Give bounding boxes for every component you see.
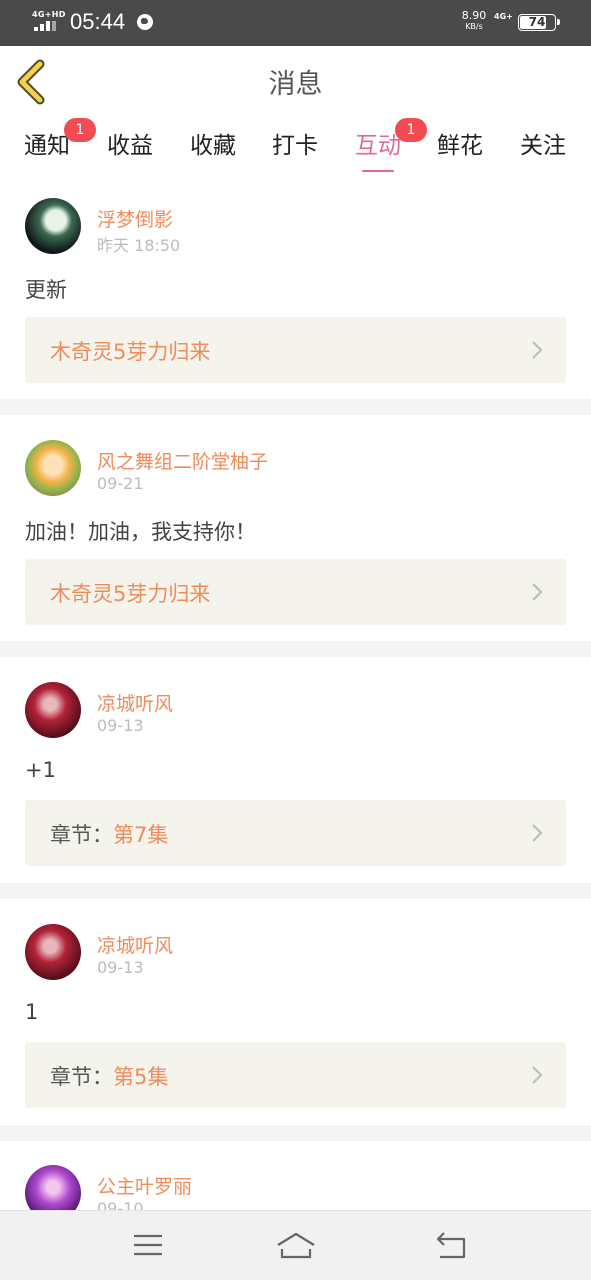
username[interactable]: 凉城听风 — [97, 689, 173, 716]
page-title: 消息 — [268, 69, 323, 100]
signal-icon: 4G+HD — [32, 10, 65, 32]
battery-icon: 74 — [518, 14, 560, 31]
message-content: +1 — [25, 758, 56, 782]
tab-label: 鲜花 — [437, 133, 483, 159]
message-card: 凉城听风 09-13 +1 章节：第7集 — [0, 657, 591, 883]
chevron-right-icon — [532, 1066, 543, 1084]
tab-label: 打卡 — [272, 133, 318, 159]
username[interactable]: 风之舞组二阶堂柚子 — [97, 447, 268, 474]
app-header: 消息 — [0, 46, 591, 118]
globe-icon — [137, 14, 153, 30]
chapter-link[interactable]: 章节：第7集 — [25, 800, 566, 866]
clock: 05:44 — [70, 9, 126, 34]
work-link[interactable]: 木奇灵5芽力归来 — [25, 317, 566, 383]
battery-level: 74 — [528, 15, 546, 29]
message-date: 09-13 — [97, 716, 144, 735]
network-type-right: 4G+ — [494, 12, 513, 21]
network-speed: 8.90 KB/s — [459, 10, 489, 32]
speed-unit: KB/s — [465, 22, 483, 31]
tab-following[interactable]: 关注 — [508, 126, 578, 172]
unread-badge: 1 — [64, 118, 96, 142]
username[interactable]: 公主叶罗丽 — [97, 1172, 192, 1199]
unread-badge: 1 — [395, 118, 427, 142]
message-content: 1 — [25, 1000, 39, 1024]
menu-button[interactable] — [128, 1227, 168, 1263]
username[interactable]: 浮梦倒影 — [97, 205, 173, 232]
tab-bar: 通知 1 收益 收藏 打卡 互动 1 鲜花 关注 — [0, 118, 591, 173]
message-card: 浮梦倒影 昨天 18:50 更新 木奇灵5芽力归来 — [0, 172, 591, 399]
avatar[interactable] — [25, 198, 81, 254]
message-date: 昨天 18:50 — [97, 236, 181, 255]
tab-label: 关注 — [520, 133, 566, 159]
tab-checkin[interactable]: 打卡 — [260, 126, 330, 172]
username[interactable]: 凉城听风 — [97, 931, 173, 958]
return-icon — [436, 1232, 466, 1259]
system-back-button[interactable] — [430, 1227, 470, 1263]
menu-icon — [134, 1234, 162, 1256]
status-bar: 4G+HD 05:44 8.90 KB/s 4G+ 74 — [0, 0, 591, 46]
chevron-right-icon — [532, 341, 543, 359]
tab-label: 互动 — [355, 133, 401, 159]
tab-interaction[interactable]: 互动 1 — [343, 118, 427, 173]
system-nav-bar — [0, 1210, 591, 1280]
home-button[interactable] — [276, 1227, 316, 1263]
message-card: 风之舞组二阶堂柚子 09-21 加油！加油，我支持你！ 木奇灵5芽力归来 — [0, 415, 591, 641]
home-icon — [277, 1232, 315, 1259]
chevron-right-icon — [532, 583, 543, 601]
avatar[interactable] — [25, 440, 81, 496]
tab-notifications[interactable]: 通知 1 — [12, 118, 96, 172]
message-content: 更新 — [25, 278, 67, 302]
tab-label: 收益 — [107, 133, 153, 159]
tab-label: 收藏 — [190, 133, 236, 159]
chapter-title: 章节：第5集 — [50, 1065, 169, 1089]
tab-earnings[interactable]: 收益 — [95, 126, 165, 172]
avatar[interactable] — [25, 924, 81, 980]
chevron-right-icon — [532, 824, 543, 842]
message-content: 加油！加油，我支持你！ — [25, 520, 256, 544]
message-date: 09-21 — [97, 474, 144, 493]
work-title: 木奇灵5芽力归来 — [50, 340, 211, 364]
message-date: 09-13 — [97, 958, 144, 977]
tab-favorites[interactable]: 收藏 — [178, 126, 248, 172]
message-card: 凉城听风 09-13 1 章节：第5集 — [0, 899, 591, 1125]
tab-label: 通知 — [24, 133, 70, 159]
speed-value: 8.90 — [461, 9, 487, 22]
chapter-title: 章节：第7集 — [50, 823, 169, 847]
work-title: 木奇灵5芽力归来 — [50, 582, 211, 606]
tab-flowers[interactable]: 鲜花 — [425, 126, 495, 172]
chapter-link[interactable]: 章节：第5集 — [25, 1042, 566, 1108]
avatar[interactable] — [25, 682, 81, 738]
work-link[interactable]: 木奇灵5芽力归来 — [25, 559, 566, 625]
network-type-left: 4G+HD — [32, 10, 66, 19]
